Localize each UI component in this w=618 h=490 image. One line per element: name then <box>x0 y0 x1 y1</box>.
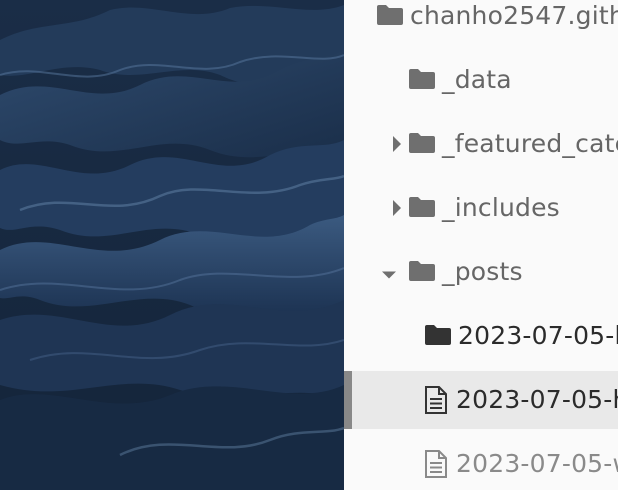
desktop-wallpaper <box>0 0 344 490</box>
folder-icon <box>408 196 436 218</box>
tree-item-includes-folder[interactable]: _includes <box>344 179 618 237</box>
folder-icon <box>408 132 436 154</box>
tree-item-label: 2023-07-05-h <box>456 385 618 414</box>
tree-item-data-folder[interactable]: _data <box>344 51 618 109</box>
folder-icon <box>424 324 452 346</box>
tree-item-root-folder[interactable]: chanho2547.github.io <box>344 0 618 45</box>
tree-item-featured-categories-folder[interactable]: _featured_categories <box>344 115 618 173</box>
folder-icon <box>376 4 404 26</box>
chevron-right-icon[interactable] <box>390 134 404 154</box>
tree-item-label: _featured_categories <box>442 129 618 158</box>
screen: chanho2547.github.io _data _featured_cat… <box>0 0 618 490</box>
mountain-landscape-image <box>0 0 344 490</box>
tree-item-posts-folder[interactable]: _posts <box>344 243 618 301</box>
tree-item-post-file-selected[interactable]: 2023-07-05-h <box>344 371 618 429</box>
file-explorer-panel: chanho2547.github.io _data _featured_cat… <box>344 0 618 490</box>
tree-item-label: 2023-07-05-h <box>458 321 618 350</box>
selection-indicator <box>344 371 352 429</box>
tree-item-label: _includes <box>442 193 560 222</box>
chevron-right-icon[interactable] <box>390 198 404 218</box>
tree-item-post-folder[interactable]: 2023-07-05-h <box>344 307 618 365</box>
tree-item-label: _data <box>442 65 512 94</box>
file-text-icon <box>424 386 448 414</box>
folder-icon <box>408 68 436 90</box>
chevron-down-icon[interactable] <box>382 265 396 285</box>
file-text-icon <box>424 450 448 478</box>
tree-item-label: _posts <box>442 257 523 286</box>
folder-icon <box>408 260 436 282</box>
tree-item-post-file[interactable]: 2023-07-05-w <box>344 435 618 490</box>
tree-item-label: 2023-07-05-w <box>456 449 618 478</box>
tree-item-label: chanho2547.github.io <box>410 1 618 30</box>
